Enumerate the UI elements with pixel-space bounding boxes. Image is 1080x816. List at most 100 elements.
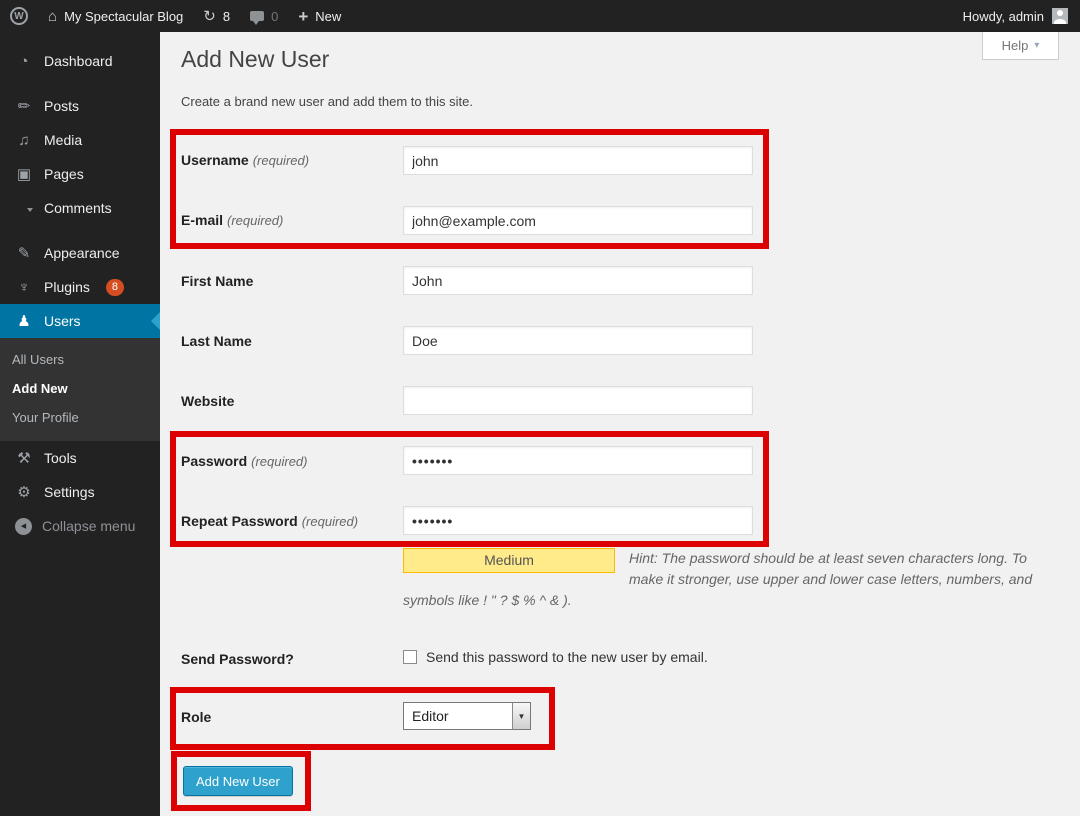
add-new-user-button[interactable]: Add New User bbox=[183, 766, 293, 796]
admin-sidebar: ◔ Dashboard ✏ Posts ♫ Media ▣ Pages Comm… bbox=[0, 32, 160, 816]
plugins-update-badge: 8 bbox=[106, 279, 124, 296]
password-hint-block: Medium Hint: The password should be at l… bbox=[403, 548, 1033, 611]
send-password-checkbox-label: Send this password to the new user by em… bbox=[426, 649, 708, 665]
wordpress-admin-page: W ⌂ My Spectacular Blog ↻ 8 0 + New Howd… bbox=[0, 0, 1080, 816]
role-select[interactable]: Editor ▼ bbox=[403, 702, 531, 730]
sidebar-item-plugins[interactable]: ♆ Plugins 8 bbox=[0, 270, 160, 304]
website-label: Website bbox=[181, 393, 234, 409]
posts-icon: ✏ bbox=[14, 99, 34, 114]
settings-icon: ⚙ bbox=[14, 485, 34, 500]
update-count: 8 bbox=[223, 9, 230, 24]
account-menu[interactable]: Howdy, admin bbox=[963, 8, 1080, 24]
plugins-icon: ♆ bbox=[14, 280, 34, 295]
sidebar-item-media[interactable]: ♫ Media bbox=[0, 123, 160, 157]
appearance-icon: ✎ bbox=[14, 246, 34, 261]
label-text: Last Name bbox=[181, 333, 252, 349]
wp-logo-menu[interactable]: W bbox=[0, 0, 38, 32]
avatar bbox=[1052, 8, 1068, 24]
sidebar-item-label: Users bbox=[44, 313, 81, 329]
updates-menu[interactable]: ↻ 8 bbox=[193, 0, 240, 32]
comment-bubble-icon bbox=[250, 11, 264, 21]
required-note: (required) bbox=[253, 153, 309, 168]
new-content-menu[interactable]: + New bbox=[288, 0, 351, 32]
comments-menu[interactable]: 0 bbox=[240, 0, 288, 32]
howdy-text: Howdy, admin bbox=[963, 9, 1044, 24]
submenu-item-all-users[interactable]: All Users bbox=[0, 345, 160, 374]
help-tab[interactable]: Help ▾ bbox=[982, 32, 1059, 60]
sidebar-item-settings[interactable]: ⚙ Settings bbox=[0, 475, 160, 509]
sidebar-item-users[interactable]: ♟ Users bbox=[0, 304, 160, 338]
dashboard-icon: ◔ bbox=[14, 54, 34, 69]
sidebar-item-label: Dashboard bbox=[44, 53, 113, 69]
select-dropdown-arrow-icon: ▼ bbox=[512, 703, 530, 729]
sidebar-item-label: Settings bbox=[44, 484, 95, 500]
submenu-item-add-new[interactable]: Add New bbox=[0, 374, 160, 403]
admin-bar: W ⌂ My Spectacular Blog ↻ 8 0 + New Howd… bbox=[0, 0, 1080, 32]
repeat-password-field[interactable] bbox=[403, 506, 753, 535]
tools-icon: ⚒ bbox=[14, 451, 34, 466]
sidebar-item-comments[interactable]: Comments bbox=[0, 191, 160, 225]
password-label: Password (required) bbox=[181, 453, 308, 469]
label-text: Send Password? bbox=[181, 651, 294, 667]
sidebar-item-label: Media bbox=[44, 132, 82, 148]
first-name-field[interactable] bbox=[403, 266, 753, 295]
sidebar-item-label: Pages bbox=[44, 166, 84, 182]
page-description: Create a brand new user and add them to … bbox=[181, 94, 473, 109]
label-text: Repeat Password bbox=[181, 513, 298, 529]
label-text: E-mail bbox=[181, 212, 223, 228]
sidebar-item-label: Appearance bbox=[44, 245, 120, 261]
users-icon: ♟ bbox=[14, 314, 34, 329]
email-label: E-mail (required) bbox=[181, 212, 283, 228]
label-text: First Name bbox=[181, 273, 253, 289]
required-note: (required) bbox=[251, 454, 307, 469]
media-icon: ♫ bbox=[14, 133, 34, 148]
first-name-label: First Name bbox=[181, 273, 253, 289]
sidebar-item-label: Comments bbox=[44, 200, 112, 216]
label-text: Password bbox=[181, 453, 247, 469]
password-strength-meter: Medium bbox=[403, 548, 615, 573]
role-label: Role bbox=[181, 709, 211, 725]
sidebar-item-pages[interactable]: ▣ Pages bbox=[0, 157, 160, 191]
main-content: Help ▾ Add New User Create a brand new u… bbox=[160, 32, 1080, 816]
submenu-item-your-profile[interactable]: Your Profile bbox=[0, 403, 160, 432]
collapse-menu-button[interactable]: ◀ Collapse menu bbox=[0, 509, 160, 543]
password-field[interactable] bbox=[403, 446, 753, 475]
users-submenu: All Users Add New Your Profile bbox=[0, 338, 160, 441]
sidebar-item-dashboard[interactable]: ◔ Dashboard bbox=[0, 44, 160, 78]
collapse-arrow-icon: ◀ bbox=[15, 518, 32, 535]
role-selected-value: Editor bbox=[404, 703, 512, 729]
email-field[interactable] bbox=[403, 206, 753, 235]
new-label: New bbox=[315, 9, 341, 24]
sidebar-item-tools[interactable]: ⚒ Tools bbox=[0, 441, 160, 475]
username-label: Username (required) bbox=[181, 152, 309, 168]
site-name-menu[interactable]: ⌂ My Spectacular Blog bbox=[38, 0, 193, 32]
home-icon: ⌂ bbox=[48, 9, 57, 24]
repeat-password-label: Repeat Password (required) bbox=[181, 513, 358, 529]
sidebar-item-label: Posts bbox=[44, 98, 79, 114]
help-label: Help bbox=[1002, 38, 1029, 53]
chevron-down-icon: ▾ bbox=[1034, 40, 1039, 51]
label-text: Website bbox=[181, 393, 234, 409]
username-field[interactable] bbox=[403, 146, 753, 175]
website-field[interactable] bbox=[403, 386, 753, 415]
sidebar-item-posts[interactable]: ✏ Posts bbox=[0, 89, 160, 123]
last-name-field[interactable] bbox=[403, 326, 753, 355]
last-name-label: Last Name bbox=[181, 333, 252, 349]
sidebar-item-label: Tools bbox=[44, 450, 77, 466]
send-password-row: Send this password to the new user by em… bbox=[403, 649, 708, 665]
site-name: My Spectacular Blog bbox=[64, 9, 183, 24]
plus-icon: + bbox=[298, 8, 308, 25]
comment-count: 0 bbox=[271, 9, 278, 24]
required-note: (required) bbox=[302, 514, 358, 529]
pages-icon: ▣ bbox=[14, 167, 34, 182]
wordpress-logo-icon: W bbox=[10, 7, 28, 25]
send-password-label: Send Password? bbox=[181, 651, 294, 667]
collapse-menu-label: Collapse menu bbox=[42, 518, 135, 534]
sidebar-item-appearance[interactable]: ✎ Appearance bbox=[0, 236, 160, 270]
label-text: Username bbox=[181, 152, 249, 168]
sidebar-item-label: Plugins bbox=[44, 279, 90, 295]
active-menu-arrow bbox=[151, 312, 160, 330]
updates-icon: ↻ bbox=[203, 9, 216, 24]
required-note: (required) bbox=[227, 213, 283, 228]
send-password-checkbox[interactable] bbox=[403, 650, 417, 664]
